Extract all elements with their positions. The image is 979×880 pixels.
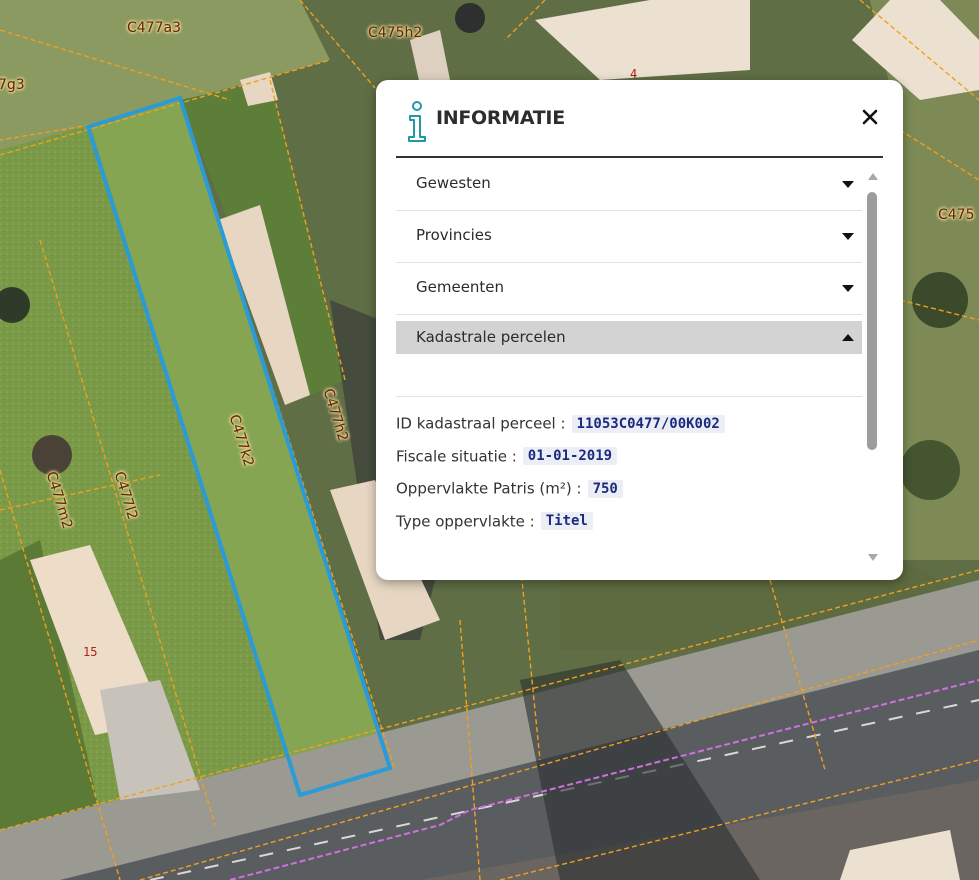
close-button[interactable]: [855, 102, 885, 132]
accordion-label: Kadastrale percelen: [416, 328, 566, 346]
detail-value: 750: [587, 479, 623, 498]
parcel-details: ID kadastraal perceel : 11053C0477/00K002…: [396, 413, 862, 543]
house-number-4: 4: [630, 67, 638, 81]
accordion-item-gewesten[interactable]: Gewesten: [396, 159, 862, 211]
caret-down-icon: [842, 181, 854, 188]
detail-value: Titel: [540, 512, 593, 530]
accordion-divider: [396, 354, 862, 397]
detail-label: ID kadastraal perceel :: [396, 414, 566, 433]
accordion-label: Provincies: [416, 226, 492, 244]
panel-title: INFORMATIE: [436, 107, 565, 129]
panel-header: INFORMATIE: [396, 98, 883, 158]
detail-value: 01-01-2019: [522, 447, 618, 465]
caret-up-icon: [842, 334, 854, 341]
info-icon: [408, 101, 426, 142]
parcel-label-c475h2: C475h2: [368, 25, 423, 41]
accordion-list: Gewesten Provincies Gemeenten Kadastrale…: [396, 159, 862, 397]
info-panel: INFORMATIE Gewesten Provincies Gemeenten…: [376, 80, 903, 580]
detail-label: Type oppervlakte :: [396, 512, 535, 530]
accordion-label: Gemeenten: [416, 278, 505, 296]
house-number-15: 15: [83, 645, 98, 659]
scrollbar-thumb[interactable]: [867, 192, 877, 450]
accordion-item-gemeenten[interactable]: Gemeenten: [396, 263, 862, 315]
close-icon: [862, 109, 878, 125]
caret-down-icon: [842, 285, 854, 292]
detail-row-parcel-id: ID kadastraal perceel : 11053C0477/00K002: [396, 413, 862, 446]
scrollbar[interactable]: [866, 172, 880, 562]
accordion-item-provincies[interactable]: Provincies: [396, 211, 862, 263]
parcel-label-c475: C475: [938, 207, 975, 223]
detail-row-area: Oppervlakte Patris (m²) : 750: [396, 478, 862, 511]
detail-row-fiscal-situation: Fiscale situatie : 01-01-2019: [396, 446, 862, 479]
parcel-label-7g3: 7g3: [0, 77, 25, 93]
detail-label: Fiscale situatie :: [396, 447, 517, 465]
accordion-label: Gewesten: [416, 174, 491, 192]
detail-value: 11053C0477/00K002: [571, 414, 725, 433]
accordion-item-kadastrale-percelen[interactable]: Kadastrale percelen: [396, 321, 862, 354]
detail-row-area-type: Type oppervlakte : Titel: [396, 511, 862, 544]
scroll-down-arrow-icon[interactable]: [867, 554, 879, 562]
caret-down-icon: [842, 233, 854, 240]
scroll-up-arrow-icon[interactable]: [867, 172, 879, 180]
parcel-label-c477a3: C477a3: [127, 20, 181, 36]
detail-label: Oppervlakte Patris (m²) :: [396, 479, 582, 498]
